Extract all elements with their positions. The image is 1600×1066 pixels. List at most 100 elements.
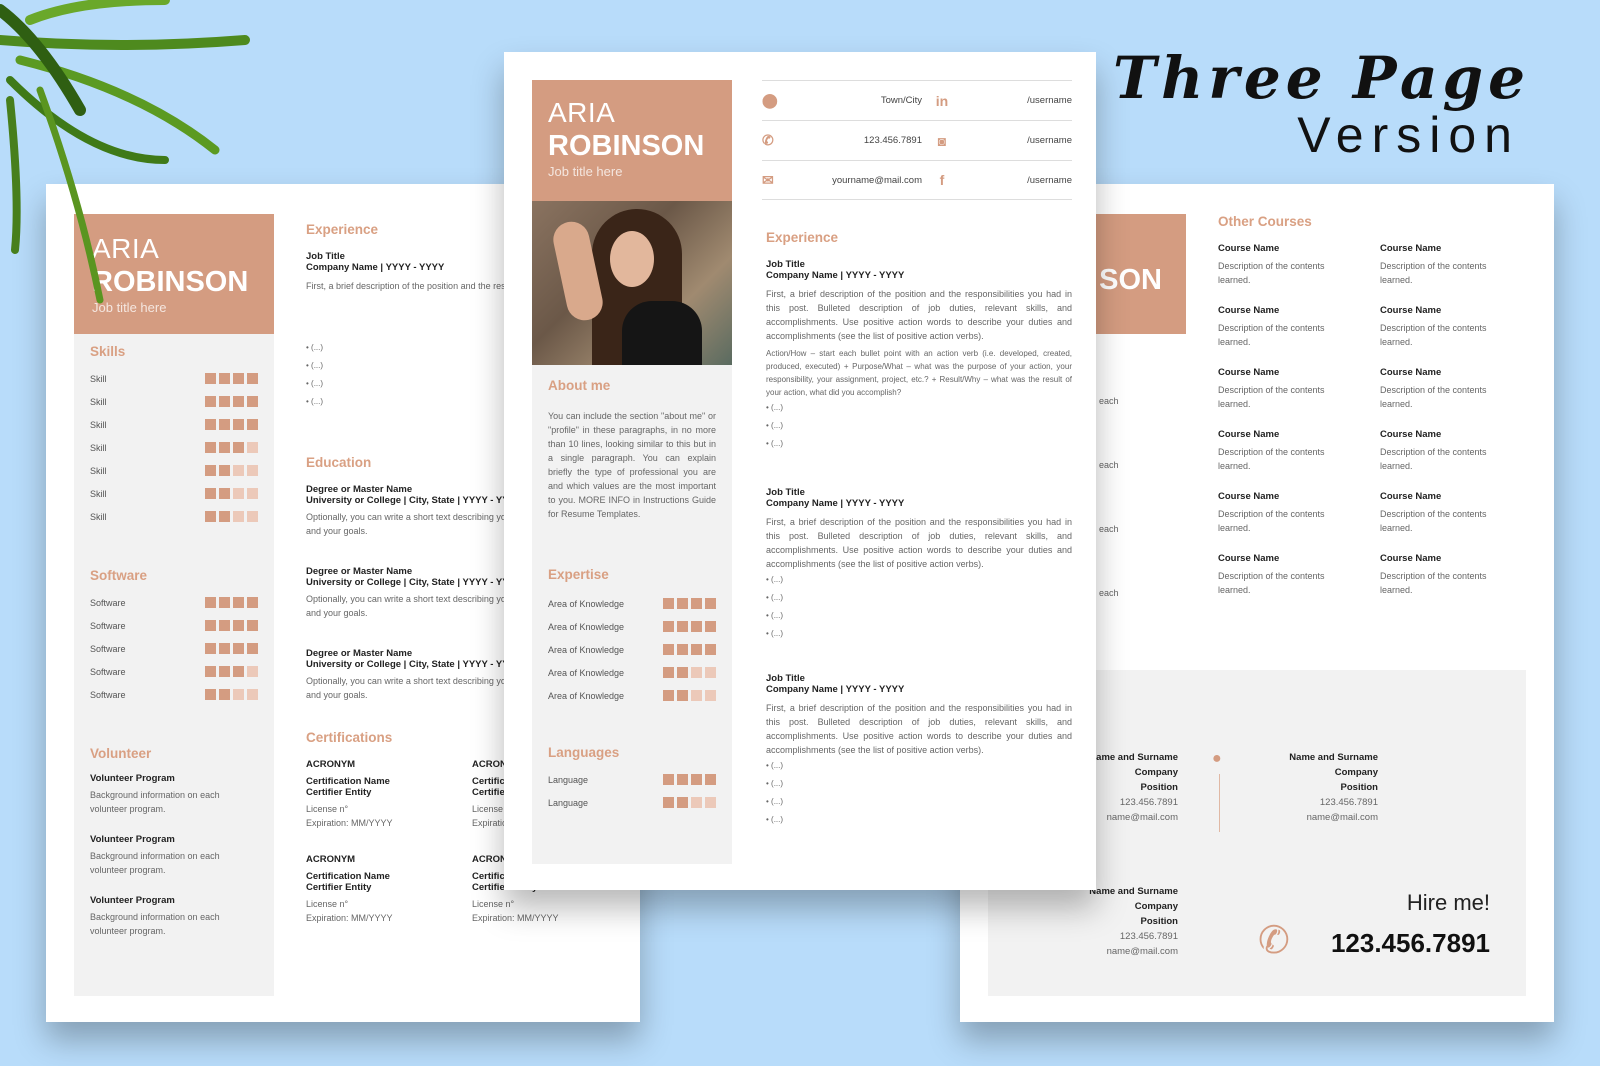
expertise-label: Area of Knowledge bbox=[548, 690, 625, 701]
level-square bbox=[233, 666, 244, 677]
level-square bbox=[205, 488, 216, 499]
skills-row: Skill bbox=[90, 436, 258, 459]
level-indicator bbox=[205, 689, 258, 700]
course-item: Course Name Description of the contents l… bbox=[1218, 305, 1325, 347]
course-item: Course Name Description of the contents l… bbox=[1380, 491, 1487, 533]
level-square bbox=[219, 419, 230, 430]
contact-value[interactable]: yourname@mail.com bbox=[782, 175, 922, 186]
bullet-item: • (...) bbox=[766, 593, 784, 602]
level-square bbox=[247, 643, 258, 654]
skills-label: Skill bbox=[90, 488, 107, 499]
hire-phone: 123.456.7891 bbox=[1330, 928, 1490, 958]
level-square bbox=[233, 396, 244, 407]
level-square bbox=[677, 690, 688, 701]
course-item: Course Name Description of the contents l… bbox=[1380, 243, 1487, 285]
course-item: Course Name Description of the contents l… bbox=[1380, 305, 1487, 347]
expertise-row: Area of Knowledge bbox=[548, 661, 716, 684]
banner-subtitle: Version bbox=[1297, 107, 1520, 163]
expertise-label: Area of Knowledge bbox=[548, 598, 625, 609]
level-indicator bbox=[205, 597, 258, 608]
level-square bbox=[663, 690, 674, 701]
level-square bbox=[663, 667, 674, 678]
contact-row: ✉ yourname@mail.com f/username bbox=[762, 160, 1072, 200]
level-square bbox=[691, 690, 702, 701]
level-square bbox=[691, 797, 702, 808]
level-square bbox=[247, 620, 258, 631]
divider bbox=[1219, 774, 1220, 832]
software-label: Software bbox=[90, 620, 126, 631]
social-handle[interactable]: /username bbox=[962, 135, 1072, 146]
expertise-label: Area of Knowledge bbox=[548, 667, 625, 678]
level-indicator bbox=[205, 465, 258, 476]
level-square bbox=[705, 598, 716, 609]
social-handle[interactable]: /username bbox=[962, 95, 1072, 106]
software-row: Software bbox=[90, 591, 258, 614]
software-heading: Software bbox=[90, 568, 148, 583]
level-square bbox=[233, 689, 244, 700]
bullet-item: • (...) bbox=[766, 421, 784, 430]
level-square bbox=[663, 774, 674, 785]
skills-row: Skill bbox=[90, 505, 258, 528]
software-label: Software bbox=[90, 689, 126, 700]
skills-row: Skill bbox=[90, 390, 258, 413]
languages-row: Language bbox=[548, 768, 716, 791]
level-square bbox=[247, 396, 258, 407]
level-square bbox=[247, 488, 258, 499]
level-square bbox=[705, 797, 716, 808]
bullet-item: • (...) bbox=[766, 439, 784, 448]
about-heading: About me bbox=[548, 378, 611, 393]
contact-value[interactable]: Town/City bbox=[782, 95, 922, 106]
hire-me-label: Hire me! bbox=[1406, 890, 1490, 915]
level-square bbox=[705, 621, 716, 632]
contact-row: ✆ 123.456.7891 ◙/username bbox=[762, 120, 1072, 160]
social-handle[interactable]: /username bbox=[962, 175, 1072, 186]
course-grid: Course Name Description of the contents l… bbox=[1218, 243, 1528, 597]
level-indicator bbox=[205, 396, 258, 407]
contact-value[interactable]: 123.456.7891 bbox=[782, 135, 922, 146]
level-square bbox=[247, 597, 258, 608]
course-item: Course Name Description of the contents l… bbox=[1218, 491, 1325, 533]
software-label: Software bbox=[90, 666, 126, 677]
level-square bbox=[219, 511, 230, 522]
bullet-item: • (...) bbox=[766, 779, 784, 788]
instagram-icon[interactable]: ◙ bbox=[922, 133, 962, 149]
last-name: ROBINSON bbox=[548, 130, 705, 162]
expertise-row: Area of Knowledge bbox=[548, 638, 716, 661]
language-list: Language Language bbox=[548, 768, 716, 814]
level-square bbox=[677, 644, 688, 655]
profile-photo bbox=[532, 201, 732, 365]
level-square bbox=[205, 419, 216, 430]
level-square bbox=[205, 373, 216, 384]
level-square bbox=[677, 667, 688, 678]
level-square bbox=[247, 465, 258, 476]
job-title: Job title here bbox=[548, 164, 623, 179]
software-label: Software bbox=[90, 643, 126, 654]
last-name-fragment: SON bbox=[1099, 264, 1162, 296]
level-square bbox=[219, 442, 230, 453]
expertise-list: Area of Knowledge Area of Knowledge Area o… bbox=[548, 592, 716, 707]
level-indicator bbox=[205, 488, 258, 499]
action-bullet: Action/How – start each bullet point wit… bbox=[766, 349, 1072, 397]
facebook-icon[interactable]: f bbox=[922, 172, 962, 188]
volunteer-item: Volunteer Program Background information … bbox=[90, 895, 220, 936]
level-indicator bbox=[205, 442, 258, 453]
banner-title: Three Page bbox=[1113, 44, 1530, 112]
name-header: ARIA ROBINSON Job title here bbox=[532, 80, 732, 201]
skills-row: Skill bbox=[90, 413, 258, 436]
contact-list: ⬤ Town/City in/username ✆ 123.456.7891 ◙/user… bbox=[762, 80, 1072, 200]
software-row: Software bbox=[90, 637, 258, 660]
level-square bbox=[663, 644, 674, 655]
software-list: Software Software Software Software Software bbox=[90, 591, 258, 706]
level-square bbox=[233, 620, 244, 631]
level-indicator bbox=[205, 620, 258, 631]
level-square bbox=[705, 667, 716, 678]
level-square bbox=[691, 667, 702, 678]
linkedin-icon[interactable]: in bbox=[922, 93, 962, 109]
level-square bbox=[219, 396, 230, 407]
level-square bbox=[247, 419, 258, 430]
level-indicator bbox=[205, 511, 258, 522]
skills-label: Skill bbox=[90, 511, 107, 522]
level-indicator bbox=[205, 419, 258, 430]
level-square bbox=[705, 644, 716, 655]
level-square bbox=[233, 511, 244, 522]
